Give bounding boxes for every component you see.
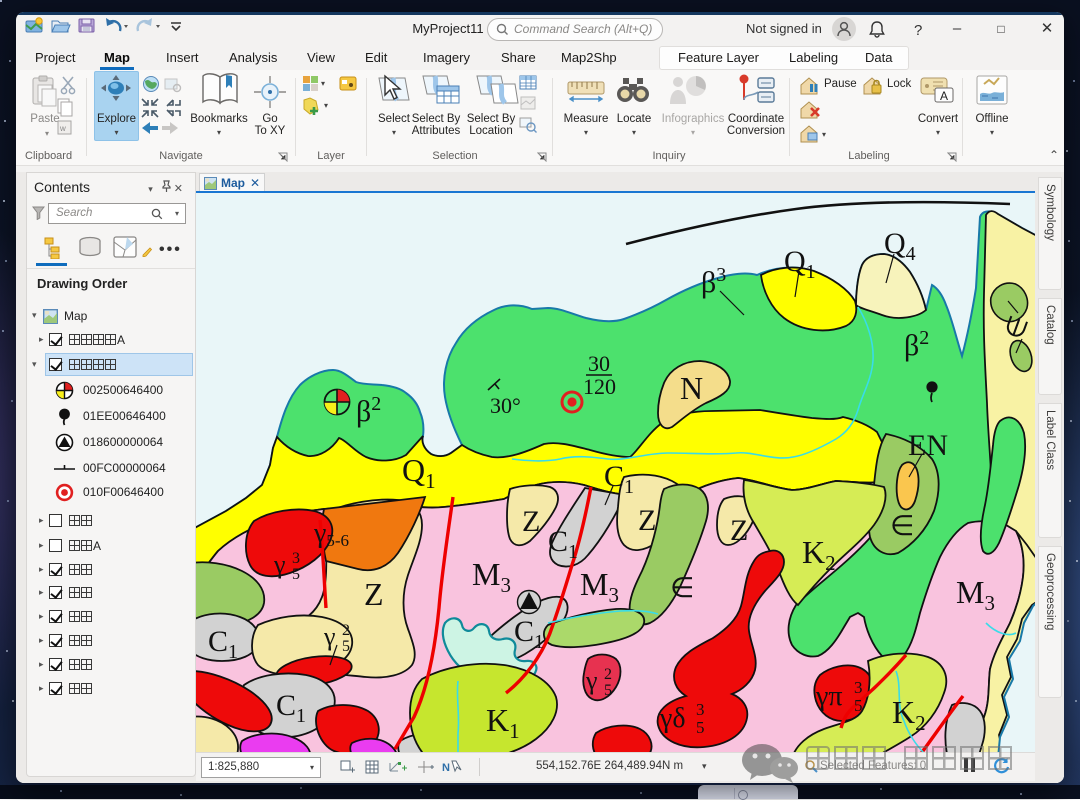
svg-text:30°: 30° [490,393,521,418]
svg-text:w: w [59,124,66,133]
svg-text:30: 30 [588,351,610,376]
svg-text:γπ: γπ [815,681,843,712]
svg-text:5: 5 [696,718,705,737]
svg-text:∈: ∈ [890,511,914,542]
svg-text:N: N [680,370,703,406]
svg-text:3: 3 [696,700,705,719]
svg-text:2: 2 [342,622,350,639]
svg-text:3: 3 [854,678,863,697]
svg-text:Z: Z [730,514,748,547]
svg-text:Z: Z [364,576,384,612]
svg-text:5: 5 [292,566,300,583]
svg-text:120: 120 [583,374,616,399]
svg-text:Z: Z [522,505,540,538]
svg-text:N: N [442,762,450,774]
svg-text:Z: Z [638,504,656,537]
svg-text:γ: γ [273,550,286,579]
svg-text:3: 3 [292,550,300,567]
svg-text:γδ: γδ [659,703,686,734]
svg-text:A: A [940,89,948,103]
svg-text:2: 2 [604,666,612,683]
svg-text:5: 5 [604,682,612,699]
svg-text:EN: EN [908,429,948,462]
svg-text:5: 5 [854,696,863,715]
svg-text:∈: ∈ [670,573,694,604]
svg-text:γ: γ [585,666,598,695]
svg-text:5: 5 [342,638,350,655]
svg-text:γ: γ [323,622,336,651]
